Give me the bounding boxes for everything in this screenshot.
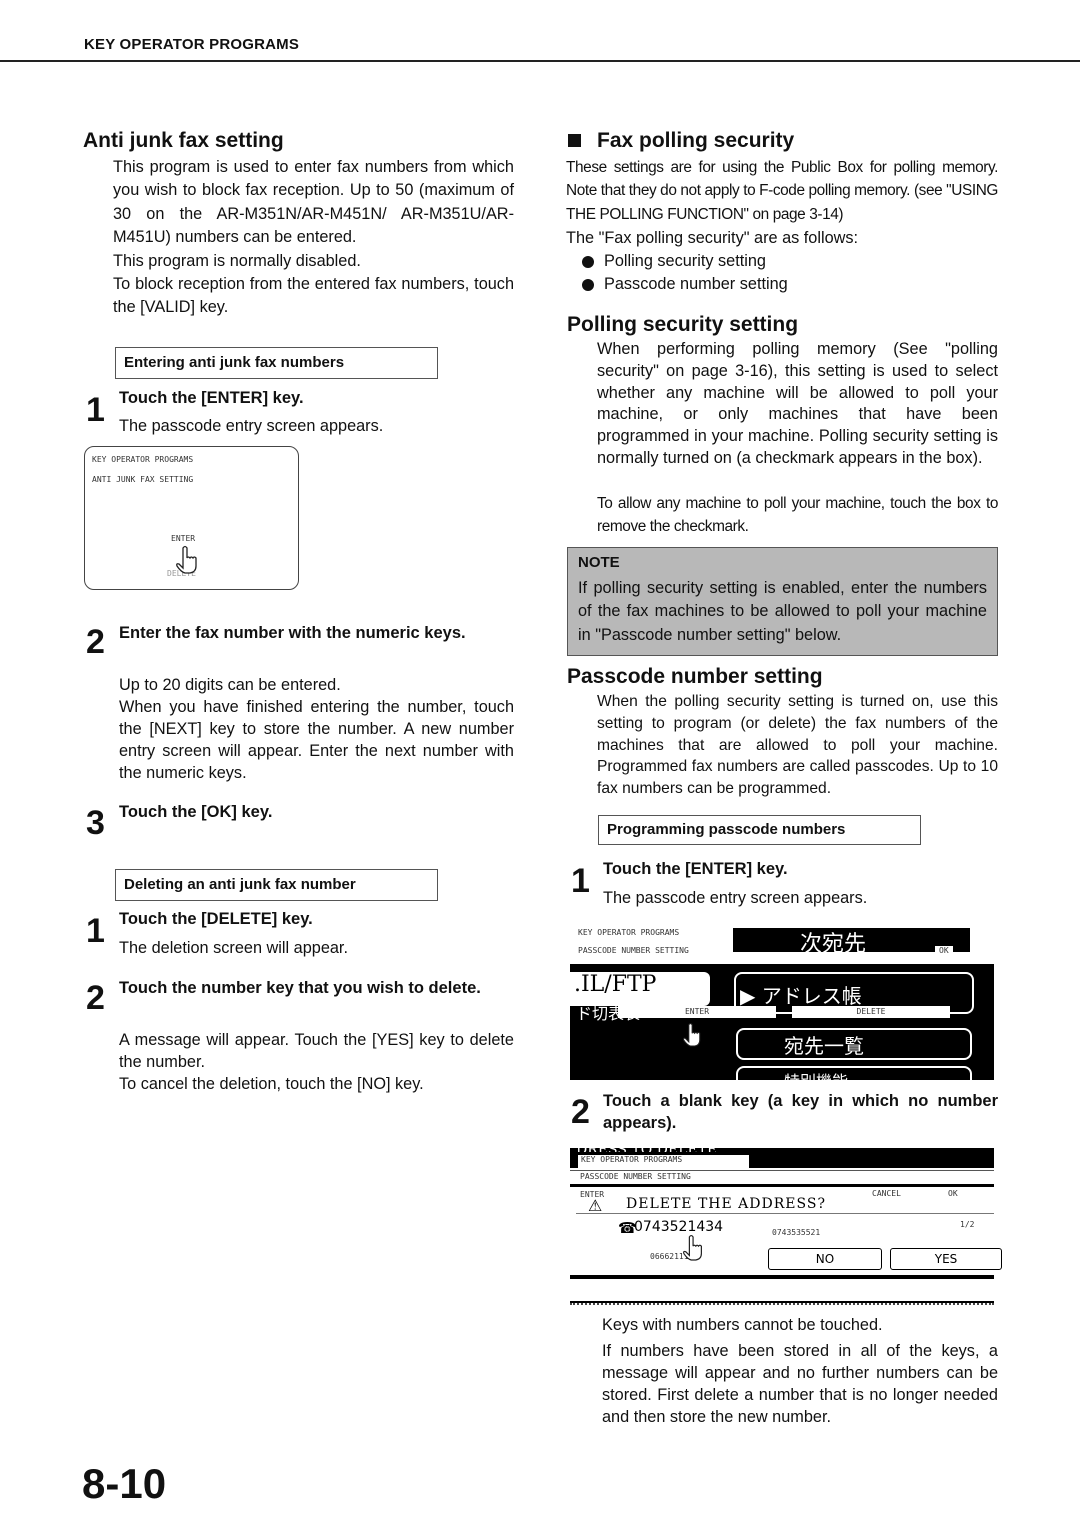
special-function-label: 特別機能 <box>784 1068 848 1080</box>
cancel-key[interactable]: CANCEL <box>872 1189 901 1198</box>
step-body-line: Up to 20 digits can be entered. <box>119 676 341 694</box>
bullet-dot-icon <box>582 255 594 268</box>
email-ftp-label: .IL/FTP <box>574 972 657 997</box>
passcode-entry-screen: KEY OPERATOR PROGRAMS PASSCODE NUMBER SE… <box>570 920 994 1086</box>
screen-line-1: KEY OPERATOR PROGRAMS <box>578 1155 749 1168</box>
deleting-subheading: Deleting an anti junk fax number <box>115 869 438 901</box>
programming-subheading: Programming passcode numbers <box>598 815 921 845</box>
note-body: If polling security setting is enabled, … <box>578 579 987 644</box>
address-book-label: ▶ アドレス帳 <box>740 984 862 1008</box>
passcode-note-1: Keys with numbers cannot be touched. <box>602 1316 883 1334</box>
header-rule <box>0 60 1080 62</box>
step-title: Touch the [ENTER] key. <box>603 860 788 878</box>
divider <box>570 1170 994 1171</box>
step-title: Touch the number key that you wish to de… <box>119 979 481 997</box>
pointing-hand-icon <box>176 545 197 574</box>
passcode-note-2: If numbers have been stored in all of th… <box>602 1342 998 1426</box>
delete-key[interactable]: DELETE <box>792 1006 950 1018</box>
enter-key[interactable]: ENTER <box>618 1006 776 1018</box>
bullet-item: Passcode number setting <box>580 273 788 296</box>
square-bullet-icon <box>568 134 581 147</box>
step-body-line: A message will appear. Touch the [YES] k… <box>119 1031 514 1071</box>
enter-key[interactable]: ENTER <box>171 534 195 543</box>
step-title: Touch the [OK] key. <box>119 803 273 821</box>
step-body: The deletion screen will appear. <box>119 939 348 957</box>
jp-next-address: 次宛先 <box>800 932 867 957</box>
fax-polling-bullets: Polling security setting Passcode number… <box>580 250 788 297</box>
page-number: 8-10 <box>82 1460 167 1507</box>
ok-key[interactable]: OK <box>935 946 953 955</box>
passcode-title: Passcode number setting <box>567 665 823 688</box>
polling-security-body: When performing polling memory (See "pol… <box>597 340 998 467</box>
bullet-text: Polling security setting <box>604 252 766 270</box>
screen-line-1: KEY OPERATOR PROGRAMS <box>92 455 194 464</box>
note-box: NOTE If polling security setting is enab… <box>567 547 998 656</box>
step-title: Touch the [ENTER] key. <box>119 389 304 407</box>
anti-junk-intro: This program is used to enter fax number… <box>113 156 514 320</box>
pointing-hand-icon <box>682 1023 701 1047</box>
special-function-key[interactable] <box>736 1066 972 1086</box>
bullet-item: Polling security setting <box>580 250 788 273</box>
step-body: Up to 20 digits can be entered. When you… <box>119 674 514 784</box>
entering-subheading: Entering anti junk fax numbers <box>115 347 438 379</box>
step-body-line: When you have finished entering the numb… <box>119 698 514 782</box>
anti-junk-screen: KEY OPERATOR PROGRAMS ANTI JUNK FAX SETT… <box>84 446 299 590</box>
step-body: The passcode entry screen appears. <box>119 417 384 435</box>
fax-polling-intro: These settings are for using the Public … <box>566 159 998 223</box>
step-number: 2 <box>86 979 105 1017</box>
pointing-hand-icon <box>683 1234 702 1261</box>
step-number: 2 <box>571 1093 590 1131</box>
passcode-body: When the polling security setting is tur… <box>597 693 998 798</box>
bullet-dot-icon <box>582 279 594 292</box>
intro-para-3: To block reception from the entered fax … <box>113 275 514 317</box>
intro-para-1: This program is used to enter fax number… <box>113 158 514 247</box>
step-number: 1 <box>86 391 105 429</box>
step-body: The passcode entry screen appears. <box>603 889 868 907</box>
number-key-1[interactable]: 0743521434 <box>634 1219 723 1235</box>
anti-junk-title: Anti junk fax setting <box>83 129 284 152</box>
fax-polling-title: Fax polling security <box>597 129 795 152</box>
step-body: A message will appear. Touch the [YES] k… <box>119 1029 514 1095</box>
step-body-line: To cancel the deletion, touch the [NO] k… <box>119 1075 424 1093</box>
fax-polling-lead: The "Fax polling security" are as follow… <box>566 229 859 247</box>
screen-line-2: ANTI JUNK FAX SETTING <box>92 475 194 484</box>
intro-para-2: This program is normally disabled. <box>113 251 361 270</box>
no-button[interactable]: NO <box>768 1248 882 1270</box>
screen-top-text: DRESS TO DELETE. <box>576 1142 722 1152</box>
divider <box>570 1301 994 1305</box>
screen-line-2: PASSCODE NUMBER SETTING <box>580 1172 691 1181</box>
bullet-text: Passcode number setting <box>604 275 788 294</box>
divider <box>576 1213 994 1214</box>
delete-message: DELETE THE ADDRESS? <box>626 1196 826 1212</box>
yes-button[interactable]: YES <box>890 1248 1002 1270</box>
divider <box>570 1275 994 1279</box>
step-number: 3 <box>86 804 105 842</box>
section-header: KEY OPERATOR PROGRAMS <box>84 36 300 53</box>
delete-address-screen: DRESS TO DELETE. KEY OPERATOR PROGRAMS P… <box>570 1142 1002 1308</box>
step-number: 2 <box>86 623 105 661</box>
polling-security-title: Polling security setting <box>567 313 799 336</box>
step-title: Enter the fax number with the numeric ke… <box>119 624 466 642</box>
screen-line-2: PASSCODE NUMBER SETTING <box>578 946 689 955</box>
note-title: NOTE <box>578 554 620 571</box>
step-title: Touch a blank key (a key in which no num… <box>603 1092 998 1132</box>
step-number: 1 <box>86 912 105 950</box>
step-title: Touch the [DELETE] key. <box>119 910 313 928</box>
address-list-label: 宛先一覧 <box>784 1034 864 1058</box>
ok-key[interactable]: OK <box>948 1189 958 1198</box>
screen-line-1: KEY OPERATOR PROGRAMS <box>578 928 680 937</box>
page-indicator: 1/2 <box>960 1220 975 1229</box>
polling-security-body2: To allow any machine to poll your machin… <box>597 495 998 536</box>
number-key-2[interactable]: 0743535521 <box>772 1228 820 1237</box>
divider <box>570 1184 994 1187</box>
step-number: 1 <box>571 862 590 900</box>
